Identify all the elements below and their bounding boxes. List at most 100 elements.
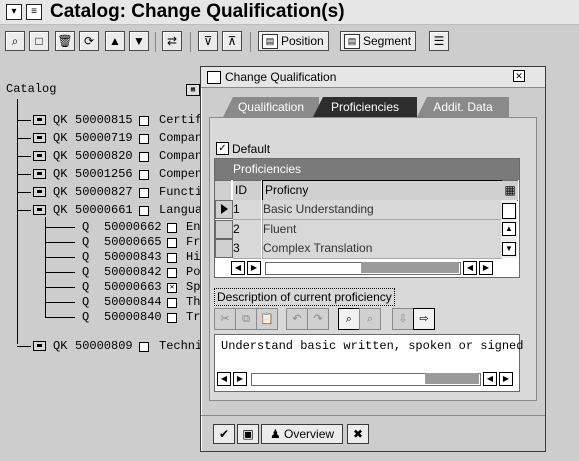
node-code: QK bbox=[53, 149, 68, 163]
node-checkbox[interactable] bbox=[139, 134, 149, 144]
new-icon[interactable]: □ bbox=[29, 31, 49, 51]
scrollbar-thumb[interactable] bbox=[425, 373, 479, 384]
scroll-left-icon[interactable]: ◀ bbox=[231, 261, 245, 275]
node-code: Q bbox=[82, 265, 90, 279]
row-selector[interactable] bbox=[215, 220, 233, 239]
table-row[interactable]: 3 Complex Translation bbox=[215, 239, 519, 259]
dialog-title-bar[interactable]: Change Qualification ✕ bbox=[201, 67, 545, 88]
cell-proficiency: Basic Understanding bbox=[262, 200, 502, 220]
tree-connector bbox=[17, 99, 18, 344]
node-checkbox[interactable] bbox=[167, 268, 177, 278]
node-text: Sp bbox=[186, 280, 201, 294]
confirm-icon[interactable]: ✔ bbox=[213, 424, 235, 444]
table-row[interactable]: 1 Basic Understanding bbox=[215, 200, 519, 220]
scroll-up-icon[interactable]: ▲ bbox=[502, 222, 516, 236]
column-header-id[interactable]: ID bbox=[233, 180, 261, 201]
description-textarea[interactable]: Understand basic written, spoken or sign… bbox=[214, 334, 523, 392]
table-settings-icon[interactable]: ▦ bbox=[502, 180, 518, 201]
find-icon[interactable]: ⌕ bbox=[338, 308, 360, 330]
scrollbar-thumb[interactable] bbox=[502, 203, 516, 219]
default-label: Default bbox=[232, 142, 271, 156]
node-checkbox-checked[interactable]: ✕ bbox=[167, 283, 177, 293]
save-text-icon[interactable]: ⇨ bbox=[413, 308, 435, 330]
tab-proficiencies[interactable]: Proficiencies bbox=[313, 97, 417, 117]
overview-button[interactable]: ♟ Overview bbox=[261, 424, 343, 444]
delete-icon[interactable]: 🗑 bbox=[55, 31, 75, 51]
column-header-proficny[interactable]: Proficny bbox=[262, 180, 503, 201]
node-text: Langua bbox=[159, 203, 203, 217]
node-code: QK bbox=[53, 185, 68, 199]
redo-icon[interactable]: ↷ bbox=[307, 308, 329, 330]
node-checkbox[interactable] bbox=[167, 238, 177, 248]
node-checkbox[interactable] bbox=[167, 223, 177, 233]
node-checkbox[interactable] bbox=[139, 188, 149, 198]
node-checkbox[interactable] bbox=[139, 152, 149, 162]
folder-icon bbox=[33, 187, 46, 197]
document-icon[interactable]: ≡ bbox=[26, 4, 42, 20]
structure-icon[interactable]: ⇄ bbox=[162, 31, 182, 51]
scroll-right-icon[interactable]: ▶ bbox=[233, 372, 247, 386]
node-checkbox[interactable] bbox=[139, 116, 149, 126]
node-checkbox[interactable] bbox=[139, 342, 149, 352]
node-checkbox[interactable] bbox=[139, 170, 149, 180]
node-code: QK bbox=[53, 203, 68, 217]
row-selector[interactable] bbox=[215, 200, 233, 219]
default-checkbox[interactable]: ✓ bbox=[216, 142, 229, 155]
node-code: QK bbox=[53, 339, 68, 353]
segment-button[interactable]: ▤ Segment bbox=[340, 31, 417, 51]
proficiencies-panel: ✓ Default Proficiencies ID Proficny ▦ 1 … bbox=[209, 117, 537, 401]
move-down-icon[interactable]: ▼ bbox=[129, 31, 149, 51]
undo-icon[interactable]: ↶ bbox=[286, 308, 308, 330]
cell-id: 1 bbox=[233, 200, 261, 220]
tab-addit-data[interactable]: Addit. Data bbox=[417, 97, 509, 117]
scroll-left-icon[interactable]: ◀ bbox=[463, 261, 477, 275]
copy-icon[interactable]: ⧉ bbox=[235, 308, 257, 330]
cut-icon[interactable]: ✂ bbox=[214, 308, 236, 330]
position-button[interactable]: ▤ Position bbox=[258, 31, 329, 51]
scroll-left-icon[interactable]: ◀ bbox=[483, 372, 497, 386]
paste-icon[interactable]: 📋 bbox=[256, 308, 278, 330]
load-icon[interactable]: ⇩ bbox=[392, 308, 414, 330]
node-text: Functi bbox=[159, 185, 203, 199]
segment-button-label: Segment bbox=[363, 34, 412, 48]
scrollbar-thumb[interactable] bbox=[361, 262, 459, 273]
node-code: Q bbox=[82, 295, 90, 309]
edit-icon bbox=[207, 71, 221, 84]
find-next-icon[interactable]: ⌕ bbox=[359, 308, 381, 330]
find-icon[interactable]: ⌕ bbox=[5, 31, 25, 51]
expand-icon[interactable]: ⊽ bbox=[198, 31, 218, 51]
row-selector[interactable] bbox=[215, 239, 233, 258]
node-checkbox[interactable] bbox=[139, 206, 149, 216]
select-all-cell[interactable] bbox=[215, 180, 231, 201]
cancel-icon[interactable]: ✖ bbox=[347, 424, 369, 444]
node-text: Hi bbox=[186, 250, 201, 264]
table-row[interactable]: 2 Fluent bbox=[215, 220, 519, 240]
node-checkbox[interactable] bbox=[167, 253, 177, 263]
text-horizontal-scrollbar[interactable]: ◀ ▶ ◀ ▶ bbox=[217, 371, 515, 387]
folder-icon bbox=[33, 133, 46, 143]
node-id: 50001256 bbox=[75, 167, 133, 181]
scroll-left-icon[interactable]: ◀ bbox=[217, 372, 231, 386]
table-horizontal-scrollbar[interactable]: ◀ ▶ ◀ ▶ bbox=[231, 260, 499, 276]
tab-qualification[interactable]: Qualification bbox=[223, 97, 319, 117]
scroll-right-icon[interactable]: ▶ bbox=[247, 261, 261, 275]
cell-id: 3 bbox=[233, 239, 261, 259]
collapse-icon[interactable]: ⊼ bbox=[222, 31, 242, 51]
scroll-down-icon[interactable]: ▼ bbox=[502, 242, 516, 256]
save-icon[interactable]: ▣ bbox=[237, 424, 259, 444]
proficiencies-table: Proficiencies ID Proficny ▦ 1 Basic Unde… bbox=[214, 158, 520, 278]
node-checkbox[interactable] bbox=[167, 298, 177, 308]
scroll-right-icon[interactable]: ▶ bbox=[479, 261, 493, 275]
page-title: Catalog: Change Qualification(s) bbox=[50, 1, 345, 22]
menu-icon[interactable]: ▾ bbox=[6, 4, 22, 20]
move-up-icon[interactable]: ▲ bbox=[105, 31, 125, 51]
node-code: QK bbox=[53, 113, 68, 127]
table-vertical-scrollbar[interactable]: ▲ ▼ bbox=[501, 200, 517, 258]
folder-icon bbox=[33, 115, 46, 125]
node-checkbox[interactable] bbox=[167, 313, 177, 323]
scroll-right-icon[interactable]: ▶ bbox=[499, 372, 513, 386]
list-icon[interactable]: ☰ bbox=[429, 31, 449, 51]
table-title: Proficiencies bbox=[215, 159, 519, 180]
refresh-icon[interactable]: ⟳ bbox=[79, 31, 99, 51]
close-icon[interactable]: ✕ bbox=[513, 70, 525, 82]
